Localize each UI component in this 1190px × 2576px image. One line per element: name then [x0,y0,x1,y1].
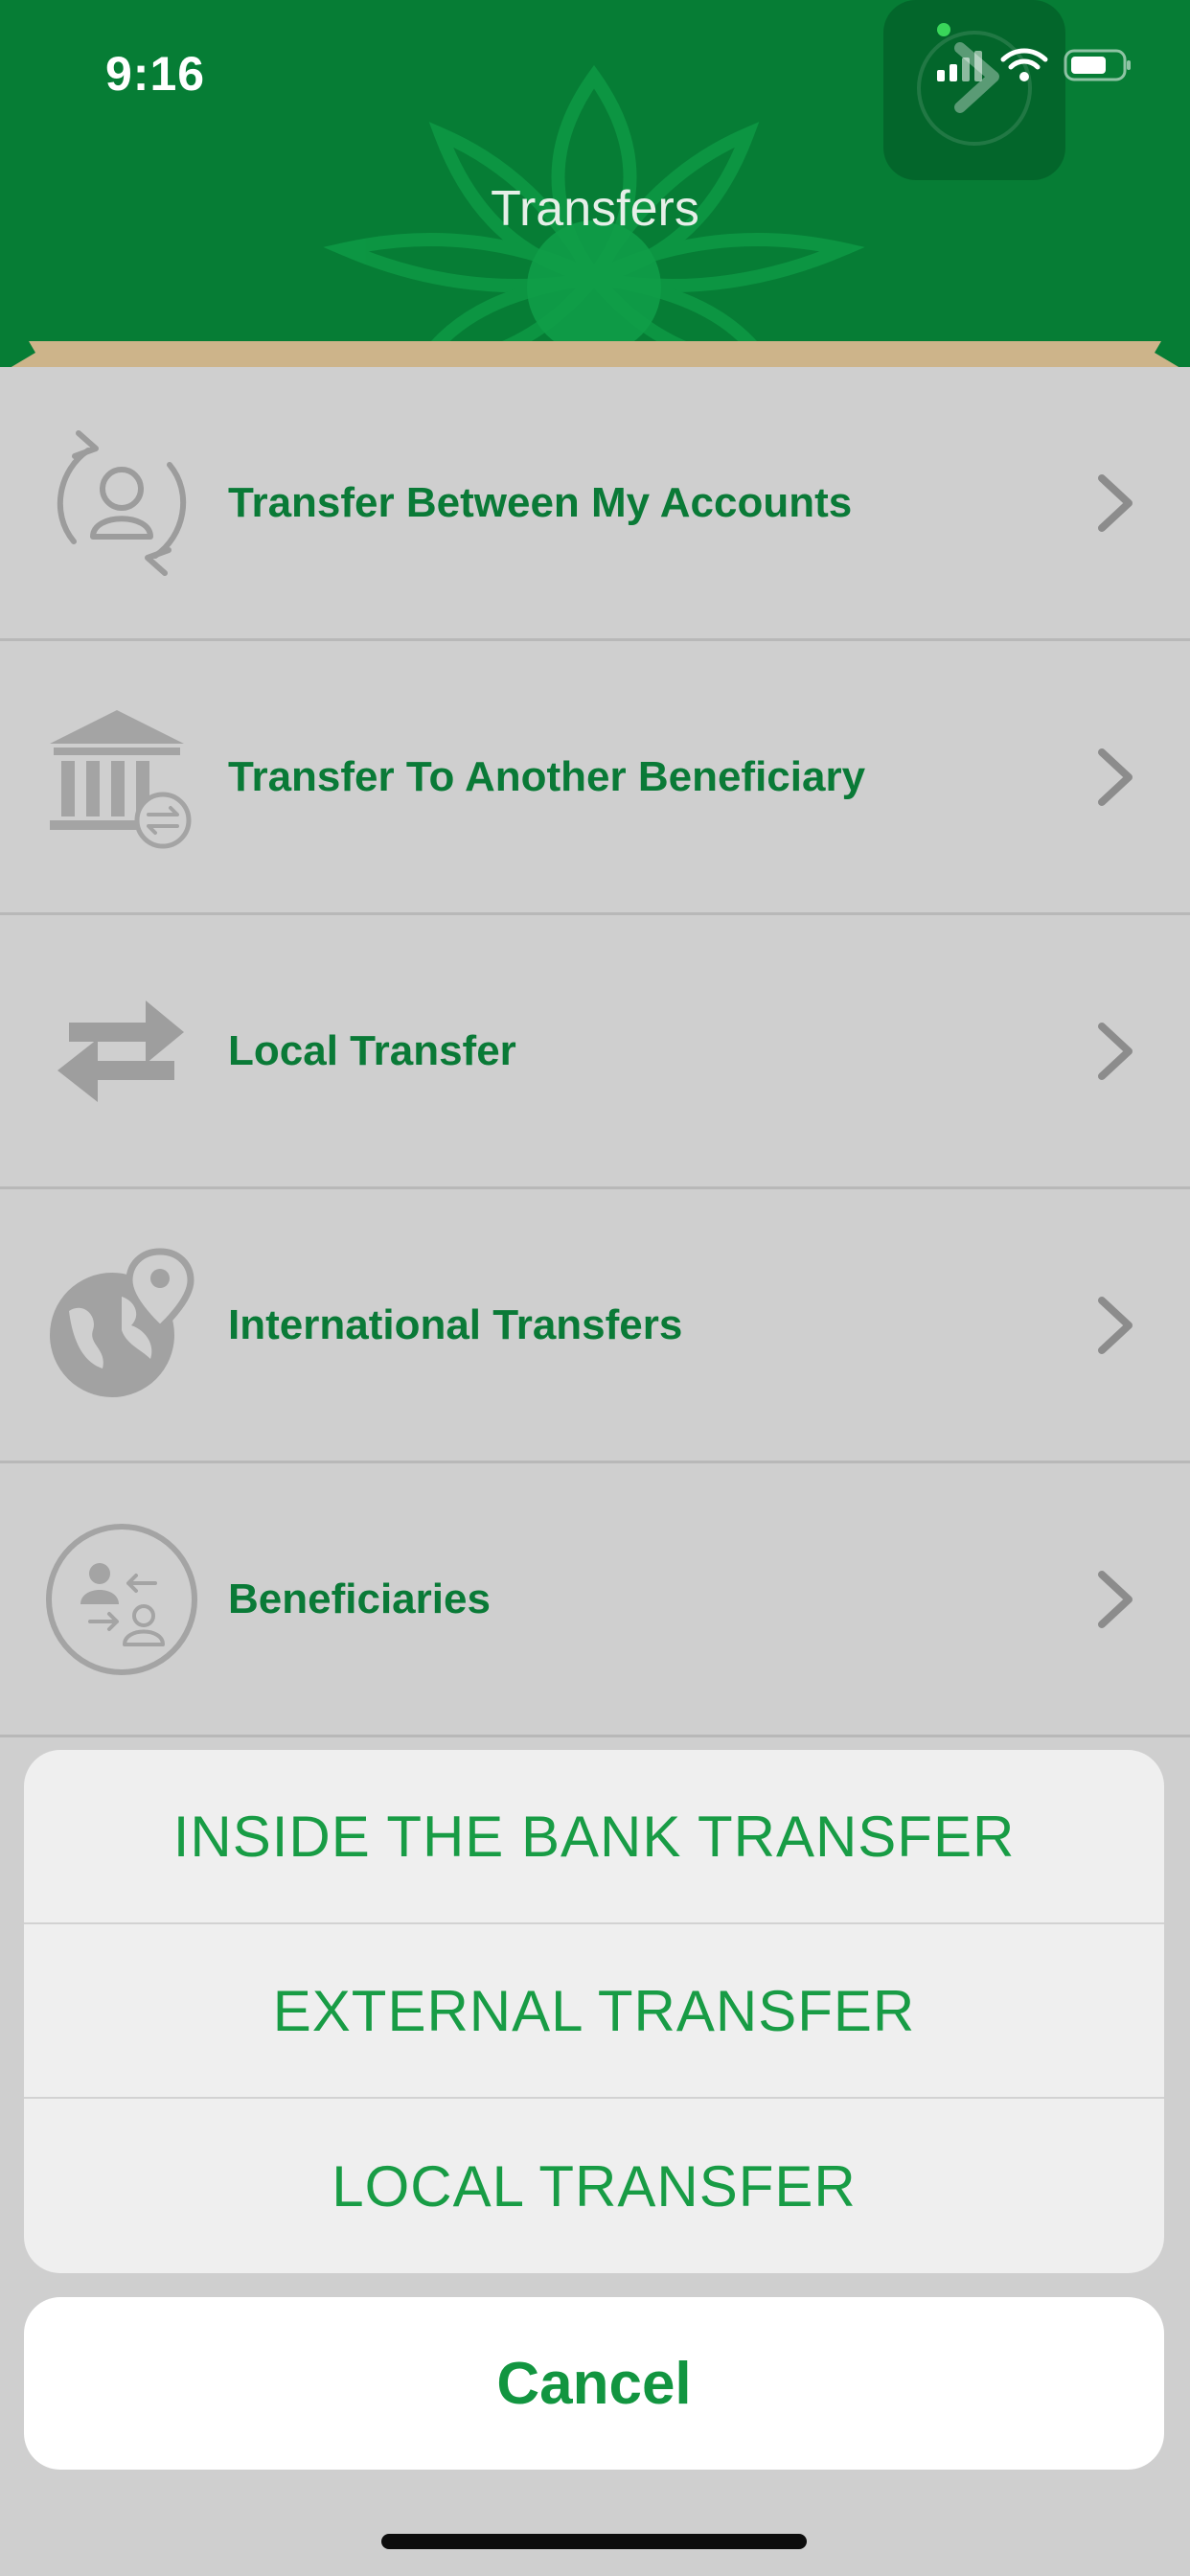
menu-item-transfer-another-beneficiary[interactable]: Transfer To Another Beneficiary [0,641,1190,915]
menu-item-beneficiaries[interactable]: Beneficiaries [0,1463,1190,1737]
menu-item-label: Beneficiaries [228,1575,491,1622]
chevron-right-icon [1098,1296,1133,1354]
chevron-right-icon [1098,748,1133,806]
menu-item-label: Transfer Between My Accounts [228,478,853,526]
menu-item-label: Local Transfer [228,1026,516,1074]
page-title: Transfers [491,181,699,237]
header-ribbon [11,341,1179,367]
chevron-right-icon [1098,473,1133,532]
battery-icon [1064,49,1131,81]
beneficiaries-icon [46,1523,197,1675]
menu-item-transfer-between-accounts[interactable]: Transfer Between My Accounts [0,367,1190,641]
transfer-menu-list: Transfer Between My Accounts Transfer To… [0,367,1190,1737]
home-indicator[interactable] [381,2534,807,2549]
swap-arrows-icon [57,1000,184,1102]
external-transfer-option[interactable]: EXTERNAL TRANSFER [24,1924,1164,2099]
account-sync-icon [57,429,187,576]
chevron-right-icon [1098,1570,1133,1628]
chevron-right-icon [1098,1022,1133,1080]
bank-transfer-icon [50,709,192,848]
status-icons [937,48,1133,82]
local-transfer-option[interactable]: LOCAL TRANSFER [24,2099,1164,2273]
menu-item-local-transfer[interactable]: Local Transfer [0,915,1190,1189]
inside-bank-transfer-option[interactable]: INSIDE THE BANK TRANSFER [24,1750,1164,1924]
privacy-indicator-dot [937,23,950,36]
assistive-touch-button[interactable] [883,0,1065,180]
wifi-icon [1000,48,1048,81]
menu-item-label: Transfer To Another Beneficiary [228,752,866,800]
cancel-button[interactable]: Cancel [24,2297,1164,2470]
cellular-signal-icon [937,51,982,81]
menu-item-international-transfers[interactable]: International Transfers [0,1189,1190,1463]
app-header: 9:16 Transfers [0,0,1190,367]
globe-pin-icon [50,1247,195,1397]
status-time: 9:16 [105,47,206,101]
menu-item-label: International Transfers [228,1300,683,1348]
chevron-right-icon [917,31,1032,146]
transfer-type-action-sheet: INSIDE THE BANK TRANSFER EXTERNAL TRANSF… [24,1750,1164,2273]
